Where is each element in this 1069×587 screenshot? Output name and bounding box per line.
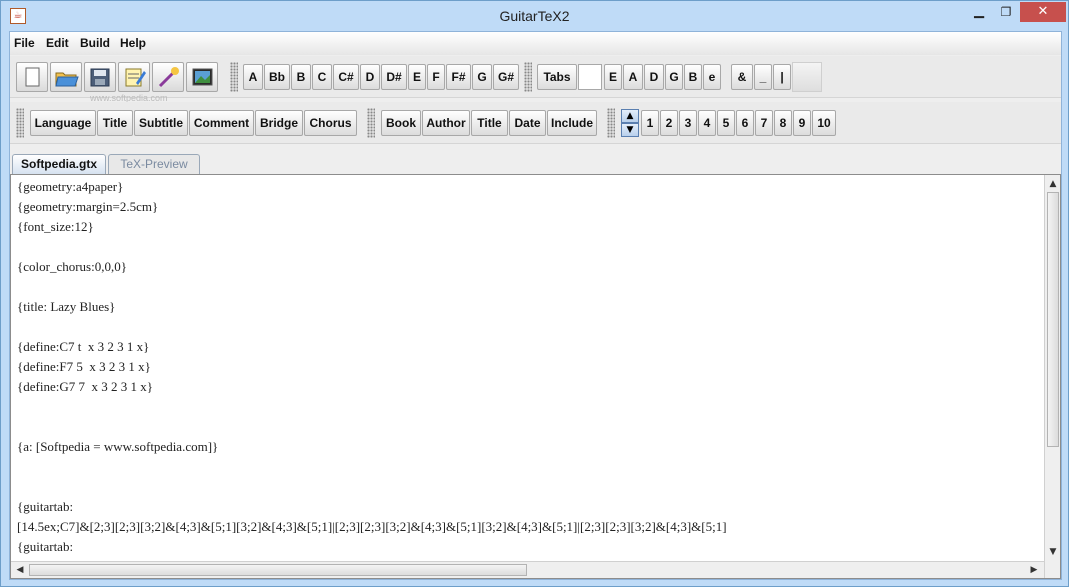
save-disk-icon[interactable] bbox=[84, 62, 116, 92]
menu-help[interactable]: Help bbox=[120, 36, 146, 50]
chord-button[interactable]: F bbox=[427, 64, 445, 90]
chord-button[interactable]: D# bbox=[381, 64, 407, 90]
document-tabs: Softpedia.gtx TeX-Preview bbox=[10, 152, 1061, 174]
tab-softpedia-gtx[interactable]: Softpedia.gtx bbox=[12, 154, 106, 174]
string-button[interactable]: A bbox=[623, 64, 643, 90]
open-folder-icon[interactable] bbox=[50, 62, 82, 92]
editor-line: {geometry:margin=2.5cm} bbox=[17, 199, 159, 214]
editor-line: {color_chorus:0,0,0} bbox=[17, 259, 127, 274]
editor-line: {title: Lazy Blues} bbox=[17, 299, 116, 314]
menu-build[interactable]: Build bbox=[80, 36, 110, 50]
close-button[interactable]: ✕ bbox=[1020, 2, 1066, 22]
book-button[interactable]: Book bbox=[381, 110, 421, 136]
number-button[interactable]: 9 bbox=[793, 110, 811, 136]
maximize-button[interactable]: ❐ bbox=[993, 2, 1019, 22]
vertical-scrollbar[interactable]: ▲ ▼ bbox=[1044, 175, 1060, 578]
chord-button[interactable]: Bb bbox=[264, 64, 290, 90]
chord-button[interactable]: C bbox=[312, 64, 332, 90]
window-title: GuitarTeX2 bbox=[499, 8, 570, 24]
title-button[interactable]: Title bbox=[97, 110, 133, 136]
chord-button[interactable]: B bbox=[291, 64, 311, 90]
chorus-button[interactable]: Chorus bbox=[304, 110, 357, 136]
tab-tex-preview[interactable]: TeX-Preview bbox=[108, 154, 200, 174]
tabs-input[interactable] bbox=[578, 64, 602, 90]
symbol-button[interactable]: | bbox=[773, 64, 791, 90]
chord-button[interactable]: E bbox=[408, 64, 426, 90]
spinner-down-button[interactable]: ▼ bbox=[621, 123, 639, 137]
text-editor[interactable]: {geometry:a4paper} {geometry:margin=2.5cm… bbox=[10, 174, 1061, 579]
editor-line: {define:C7 t x 3 2 3 1 x} bbox=[17, 339, 150, 354]
string-button[interactable]: E bbox=[604, 64, 622, 90]
menu-file[interactable]: File bbox=[14, 36, 35, 50]
toolbar-grip[interactable] bbox=[367, 108, 375, 138]
chord-button[interactable]: D bbox=[360, 64, 380, 90]
scroll-down-icon[interactable]: ▼ bbox=[1046, 545, 1060, 559]
number-button[interactable]: 6 bbox=[736, 110, 754, 136]
editor-line: {a: [Softpedia = www.softpedia.com]} bbox=[17, 439, 219, 454]
toolbar-grip[interactable] bbox=[607, 108, 615, 138]
minimize-button[interactable]: ▁ bbox=[966, 2, 992, 22]
symbol-button[interactable]: _ bbox=[754, 64, 772, 90]
vertical-scroll-thumb[interactable] bbox=[1047, 192, 1059, 447]
toolbar-grip[interactable] bbox=[16, 108, 24, 138]
editor-line: {guitartab: bbox=[17, 499, 74, 514]
symbol-button[interactable]: & bbox=[731, 64, 753, 90]
spinner-up-button[interactable]: ▲ bbox=[621, 109, 639, 123]
magic-wand-icon[interactable] bbox=[152, 62, 184, 92]
scroll-right-icon[interactable]: ▶ bbox=[1027, 563, 1041, 577]
chord-button[interactable]: G# bbox=[493, 64, 519, 90]
language-button[interactable]: Language bbox=[30, 110, 96, 136]
editor-line: {define:F7 5 x 3 2 3 1 x} bbox=[17, 359, 151, 374]
toolbar-grip[interactable] bbox=[230, 62, 238, 92]
title-button[interactable]: Title bbox=[471, 110, 508, 136]
toolbar-row-2: Language Title Subtitle Comment Bridge C… bbox=[10, 102, 1061, 144]
number-button[interactable]: 3 bbox=[679, 110, 697, 136]
image-icon[interactable] bbox=[186, 62, 218, 92]
include-button[interactable]: Include bbox=[547, 110, 597, 136]
scroll-up-icon[interactable]: ▲ bbox=[1046, 177, 1060, 191]
editor-line: {guitartab: bbox=[17, 539, 74, 554]
string-button[interactable]: e bbox=[703, 64, 721, 90]
editor-line: {font_size:12} bbox=[17, 219, 94, 234]
number-button[interactable]: 7 bbox=[755, 110, 773, 136]
author-button[interactable]: Author bbox=[422, 110, 470, 136]
scroll-left-icon[interactable]: ◀ bbox=[13, 563, 27, 577]
editor-line: [14.5ex;C7]&[2;3][2;3][3;2]&[4;3]&[5;1][… bbox=[17, 519, 727, 534]
number-button[interactable]: 4 bbox=[698, 110, 716, 136]
editor-line: {geometry:a4paper} bbox=[17, 179, 124, 194]
new-file-icon[interactable] bbox=[16, 62, 48, 92]
toolbar-row-1: www.softpedia.com A Bb B C C# D D# E F F… bbox=[10, 56, 1061, 103]
comment-button[interactable]: Comment bbox=[189, 110, 254, 136]
number-button[interactable]: 5 bbox=[717, 110, 735, 136]
title-bar: ☕ GuitarTeX2 ▁ ❐ ✕ bbox=[1, 1, 1068, 31]
date-button[interactable]: Date bbox=[509, 110, 546, 136]
menu-edit[interactable]: Edit bbox=[46, 36, 69, 50]
edit-notepad-icon[interactable] bbox=[118, 62, 150, 92]
chord-button[interactable]: G bbox=[472, 64, 492, 90]
number-button[interactable]: 2 bbox=[660, 110, 678, 136]
number-button[interactable]: 8 bbox=[774, 110, 792, 136]
tabs-button[interactable]: Tabs bbox=[537, 64, 577, 90]
horizontal-scrollbar[interactable]: ◀ ▶ bbox=[11, 561, 1044, 578]
string-button[interactable]: G bbox=[665, 64, 683, 90]
editor-line: {define:G7 7 x 3 2 3 1 x} bbox=[17, 379, 153, 394]
horizontal-scroll-thumb[interactable] bbox=[29, 564, 527, 576]
number-button[interactable]: 10 bbox=[812, 110, 836, 136]
client-area: File Edit Build Help www.softpedia.com A… bbox=[9, 31, 1062, 580]
string-button[interactable]: B bbox=[684, 64, 702, 90]
app-window: ☕ GuitarTeX2 ▁ ❐ ✕ File Edit Build Help bbox=[0, 0, 1069, 587]
chord-button[interactable]: C# bbox=[333, 64, 359, 90]
chord-button[interactable]: A bbox=[243, 64, 263, 90]
toolbar-spacer bbox=[792, 62, 822, 92]
number-button[interactable]: 1 bbox=[641, 110, 659, 136]
toolbar-grip[interactable] bbox=[524, 62, 532, 92]
subtitle-button[interactable]: Subtitle bbox=[134, 110, 188, 136]
chord-button[interactable]: F# bbox=[446, 64, 471, 90]
menu-bar: File Edit Build Help bbox=[10, 32, 1061, 55]
bridge-button[interactable]: Bridge bbox=[255, 110, 303, 136]
string-button[interactable]: D bbox=[644, 64, 664, 90]
